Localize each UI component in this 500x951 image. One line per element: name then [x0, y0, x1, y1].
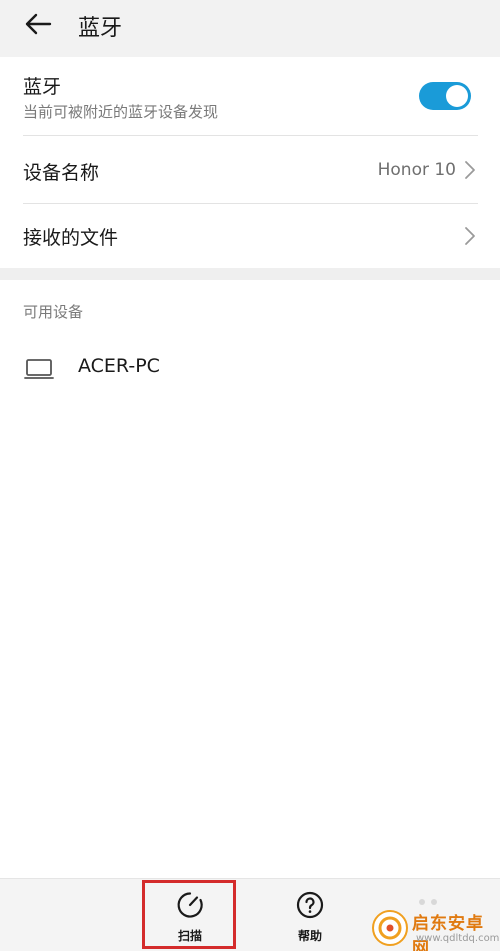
watermark: 启东安卓网 www.qdltdq.com — [370, 905, 500, 951]
laptop-icon — [24, 359, 54, 379]
chevron-right-icon — [465, 161, 475, 179]
device-name-label: 设备名称 — [23, 162, 100, 184]
help-label: 帮助 — [297, 929, 322, 943]
watermark-url: www.qdltdq.com — [416, 933, 500, 944]
arrow-left-icon — [25, 13, 52, 35]
toggle-knob — [446, 85, 468, 107]
received-files-row[interactable]: 接收的文件 — [0, 204, 500, 268]
bluetooth-subtitle: 当前可被附近的蓝牙设备发现 — [23, 103, 219, 121]
available-devices-title: 可用设备 — [23, 303, 84, 321]
bluetooth-toggle[interactable] — [419, 82, 471, 110]
back-button[interactable] — [16, 6, 60, 42]
section-gap — [0, 268, 500, 280]
chevron-right-icon — [465, 227, 475, 245]
device-name-row[interactable]: 设备名称 Honor 10 — [0, 136, 500, 203]
help-button[interactable]: 帮助 — [270, 887, 350, 947]
help-icon — [296, 891, 324, 919]
watermark-logo-icon — [372, 910, 408, 946]
watermark-brand: 启东安卓网 — [412, 914, 484, 951]
page-title: 蓝牙 — [78, 16, 123, 41]
received-files-label: 接收的文件 — [23, 227, 119, 249]
annotation-highlight-box — [142, 880, 236, 949]
device-name-value: Honor 10 — [377, 160, 456, 180]
bluetooth-label: 蓝牙 — [23, 76, 62, 98]
device-name[interactable]: ACER-PC — [78, 355, 160, 377]
app-header: 蓝牙 — [0, 0, 500, 57]
device-item[interactable] — [0, 340, 500, 396]
